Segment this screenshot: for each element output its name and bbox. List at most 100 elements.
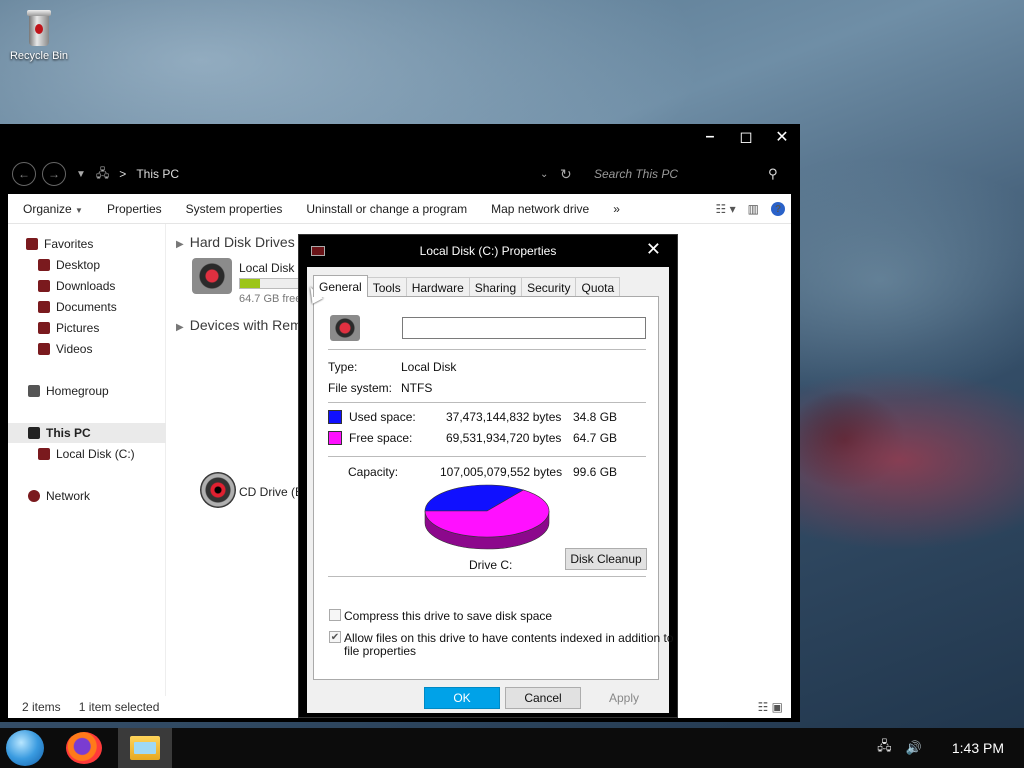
drive-e-name[interactable]: CD Drive (E: [239,485,306,499]
group-hard-disk-drives[interactable]: ▶ Hard Disk Drives ( [176,234,303,250]
documents-icon [38,301,50,313]
apply-button[interactable]: Apply [586,687,662,709]
used-space-bytes: 37,473,144,832 bytes [446,410,562,424]
clock[interactable]: 1:43 PM [952,740,1004,756]
disk-cleanup-button[interactable]: Disk Cleanup [565,548,647,570]
hard-drive-icon [311,246,325,256]
desktop-icon-label: Recycle Bin [9,50,69,62]
ok-button[interactable]: OK [424,687,500,709]
hard-drive-icon [192,258,232,294]
homegroup-icon [28,385,40,397]
group-removable-storage[interactable]: ▶ Devices with Rem [176,317,302,333]
index-label-line-1: Allow files on this drive to have conten… [344,631,674,645]
tab-sharing[interactable]: Sharing [468,277,523,297]
used-space-label: Used space: [349,410,416,424]
refresh-icon[interactable]: ↻ [560,166,572,183]
tab-strip: General Tools Hardware Sharing Security … [313,275,621,297]
dialog-title: Local Disk (C:) Properties [419,244,557,258]
computer-icon: 🖧 [95,165,110,180]
dialog-title-bar: Local Disk (C:) Properties ✕ [299,235,677,267]
sidebar-item-favorites[interactable]: Favorites [26,234,93,254]
filesystem-label: File system: [328,381,393,395]
capacity-bytes: 107,005,079,552 bytes [440,465,563,479]
taskbar: 🖧 🔊 1:43 PM [0,728,1024,768]
system-properties-button[interactable]: System properties [177,202,292,216]
view-toggle-icons[interactable]: ☷ ▣ [758,700,783,714]
divider [328,576,646,577]
drive-name-input[interactable] [402,317,646,339]
computer-icon [28,427,40,439]
firefox-icon[interactable] [66,732,102,764]
sidebar-item-downloads[interactable]: Downloads [38,276,115,296]
desktop-icon [38,259,50,271]
dialog-close-button[interactable]: ✕ [646,239,661,260]
address-bar: ← → ▼ 🖧 > This PC ⌄ ↻ Search This PC ⚲ [0,158,800,190]
downloads-icon [38,280,50,292]
system-tray: 🖧 🔊 1:43 PM [877,728,1004,768]
tab-tools[interactable]: Tools [366,277,407,297]
file-explorer-taskbar-button[interactable] [118,728,172,768]
recent-locations-icon[interactable]: ▼ [76,169,86,180]
status-selected-count: 1 item selected [78,700,160,714]
organize-button[interactable]: Organize ▼ [14,202,92,216]
command-bar: Organize ▼ Properties System properties … [8,194,791,224]
type-value: Local Disk [401,360,457,374]
view-options-icon[interactable]: ☷ ▾ [716,202,736,216]
map-network-drive-button[interactable]: Map network drive [482,202,598,216]
used-space-gb: 34.8 GB [573,410,618,424]
sidebar-item-homegroup[interactable]: Homegroup [28,381,109,401]
drive-c-free: 64.7 GB free [239,293,302,305]
compress-checkbox[interactable] [329,609,341,621]
videos-icon [38,343,50,355]
minimize-button[interactable]: – [692,124,728,150]
address-dropdown-icon[interactable]: ⌄ [540,169,548,180]
window-controls: – ◻ ✕ [692,124,800,152]
sidebar-item-this-pc[interactable]: This PC [8,423,166,443]
divider [328,349,646,350]
close-button[interactable]: ✕ [764,124,800,150]
sidebar-item-videos[interactable]: Videos [38,339,92,359]
network-icon[interactable]: 🖧 [877,737,892,759]
more-commands-button[interactable]: » [604,202,629,216]
back-button[interactable]: ← [12,162,36,186]
free-space-label: Free space: [349,431,413,445]
search-input[interactable]: Search This PC [594,167,678,181]
sidebar-item-pictures[interactable]: Pictures [38,318,99,338]
sidebar-item-documents[interactable]: Documents [38,297,117,317]
search-icon[interactable]: ⚲ [768,166,778,182]
uninstall-program-button[interactable]: Uninstall or change a program [297,202,476,216]
help-icon[interactable]: ? [771,202,785,216]
recycle-bin-icon [26,10,52,46]
free-space-bytes: 69,531,934,720 bytes [446,431,562,445]
sidebar-item-network[interactable]: Network [28,486,90,506]
properties-dialog: Local Disk (C:) Properties ✕ General Too… [298,234,678,718]
volume-icon[interactable]: 🔊 [906,740,922,756]
sidebar-item-desktop[interactable]: Desktop [38,255,100,275]
tab-general[interactable]: General [313,275,368,297]
hard-drive-icon [38,448,50,460]
breadcrumb-this-pc[interactable]: This PC [136,167,179,181]
general-panel: Type: Local Disk File system: NTFS Used … [313,296,674,680]
dialog-body: General Tools Hardware Sharing Security … [307,267,674,713]
properties-button[interactable]: Properties [98,202,171,216]
preview-pane-icon[interactable]: ▥ [748,202,759,216]
drive-label: Drive C: [469,558,513,572]
free-space-gb: 64.7 GB [573,431,618,445]
pictures-icon [38,322,50,334]
maximize-button[interactable]: ◻ [728,124,764,150]
forward-button[interactable]: → [42,162,66,186]
tab-quota[interactable]: Quota [575,277,621,297]
cancel-button[interactable]: Cancel [505,687,581,709]
sidebar-item-local-disk[interactable]: Local Disk (C:) [38,444,135,464]
index-checkbox[interactable]: ✔ [329,631,341,643]
navigation-pane: Favorites Desktop Downloads Documents Pi… [8,224,166,696]
desktop-icon-recycle-bin[interactable]: Recycle Bin [8,8,70,62]
start-button[interactable] [6,730,44,766]
folder-icon [130,736,160,760]
disk-usage-pie [422,483,552,553]
free-space-swatch [328,431,342,445]
tab-security[interactable]: Security [521,277,577,297]
capacity-gb: 99.6 GB [573,465,618,479]
tab-hardware[interactable]: Hardware [405,277,470,297]
used-space-swatch [328,410,342,424]
